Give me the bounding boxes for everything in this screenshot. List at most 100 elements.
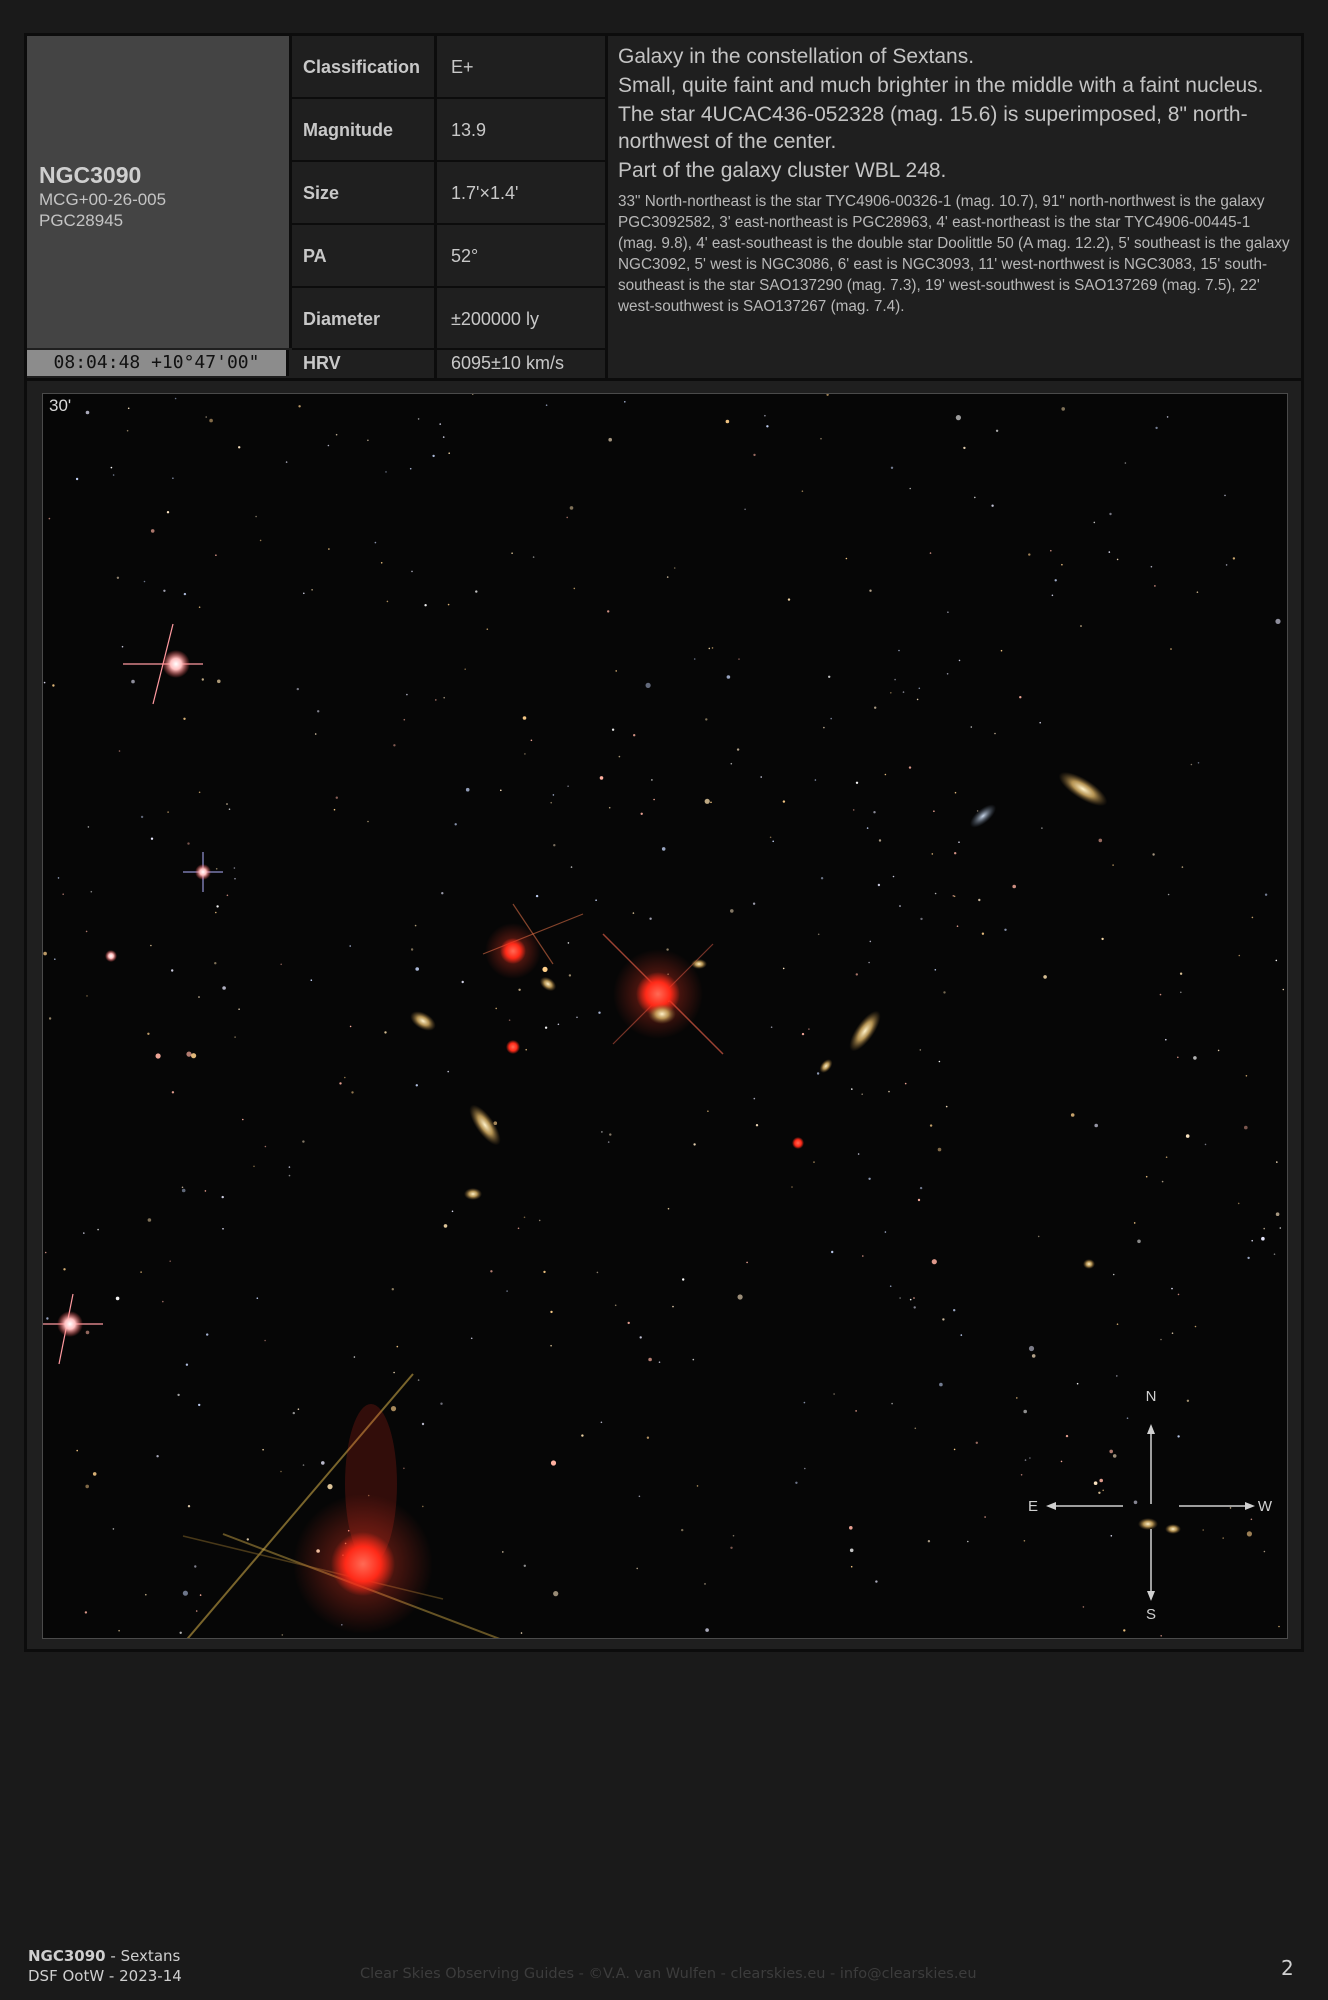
background-star bbox=[85, 1484, 89, 1489]
background-star bbox=[576, 1016, 578, 1019]
background-star bbox=[432, 454, 435, 458]
background-star bbox=[730, 762, 733, 765]
background-star bbox=[869, 589, 872, 592]
background-star bbox=[868, 961, 870, 964]
background-star bbox=[523, 1564, 526, 1568]
background-star bbox=[435, 699, 437, 701]
background-star bbox=[569, 506, 574, 510]
background-star bbox=[1076, 1382, 1079, 1385]
background-star bbox=[470, 1337, 473, 1340]
background-star bbox=[608, 437, 612, 442]
background-star bbox=[639, 1336, 642, 1339]
background-star bbox=[1023, 1409, 1027, 1414]
background-star bbox=[978, 898, 981, 902]
background-star bbox=[1082, 1606, 1085, 1608]
property-label: PA bbox=[303, 246, 327, 266]
background-star bbox=[1155, 426, 1158, 430]
background-star bbox=[442, 436, 445, 438]
background-star bbox=[1202, 1529, 1204, 1531]
background-star bbox=[1110, 1535, 1113, 1537]
background-star bbox=[746, 1261, 748, 1264]
background-star bbox=[523, 1216, 526, 1219]
background-star bbox=[1177, 1293, 1180, 1296]
background-star bbox=[849, 1548, 854, 1553]
background-star bbox=[86, 995, 88, 997]
background-star bbox=[849, 1526, 853, 1530]
background-star bbox=[916, 698, 919, 701]
background-star bbox=[1251, 1239, 1253, 1242]
background-star bbox=[874, 706, 877, 709]
background-star bbox=[409, 467, 412, 470]
background-star bbox=[1133, 1500, 1138, 1505]
background-star bbox=[820, 437, 822, 440]
background-star bbox=[890, 692, 892, 694]
background-star bbox=[110, 466, 113, 469]
background-star bbox=[600, 1421, 603, 1424]
background-star bbox=[633, 734, 636, 737]
background-star bbox=[447, 1070, 450, 1073]
background-star bbox=[1112, 1454, 1117, 1458]
background-star bbox=[994, 732, 996, 735]
background-star bbox=[1275, 1212, 1280, 1216]
background-star bbox=[1051, 594, 1054, 597]
background-star bbox=[155, 1053, 161, 1059]
background-star bbox=[542, 966, 548, 973]
background-star bbox=[984, 1516, 986, 1518]
background-star bbox=[264, 1339, 266, 1342]
background-star bbox=[956, 925, 959, 927]
background-star bbox=[913, 1297, 915, 1299]
background-star bbox=[1101, 937, 1104, 941]
background-star bbox=[502, 1551, 504, 1553]
background-star bbox=[162, 1300, 164, 1303]
background-star bbox=[198, 606, 201, 608]
description-line: Part of the galaxy cluster WBL 248. bbox=[618, 159, 947, 182]
footer-edition: DSF OotW - 2023-14 bbox=[28, 1967, 182, 1985]
background-star bbox=[1246, 1531, 1252, 1537]
background-star bbox=[667, 1207, 670, 1210]
background-star bbox=[1050, 549, 1052, 552]
background-star bbox=[424, 604, 427, 607]
background-star bbox=[913, 1306, 916, 1309]
background-star bbox=[517, 1227, 520, 1230]
background-star bbox=[1029, 1457, 1031, 1459]
background-star bbox=[801, 1032, 805, 1036]
background-star bbox=[256, 1297, 259, 1299]
background-star bbox=[646, 1436, 650, 1439]
background-star bbox=[692, 1358, 695, 1361]
background-star bbox=[303, 592, 305, 595]
background-star bbox=[264, 1145, 267, 1148]
background-star bbox=[421, 1422, 425, 1426]
background-star bbox=[1282, 988, 1285, 991]
background-star bbox=[1244, 1125, 1248, 1130]
background-star bbox=[169, 1260, 171, 1262]
background-star bbox=[43, 951, 47, 956]
background-star bbox=[710, 801, 712, 804]
background-star bbox=[118, 1629, 120, 1632]
background-star bbox=[191, 1053, 197, 1059]
background-star bbox=[566, 516, 568, 519]
background-star bbox=[1160, 1635, 1162, 1637]
background-star bbox=[475, 590, 478, 593]
background-star bbox=[443, 696, 446, 699]
background-star bbox=[640, 812, 643, 815]
background-star bbox=[544, 1026, 548, 1029]
identification-box: NGC3090 MCG+00-26-005 PGC28945 bbox=[27, 36, 292, 348]
background-star bbox=[1041, 827, 1043, 829]
background-star bbox=[1028, 1345, 1035, 1352]
background-star bbox=[891, 1402, 893, 1405]
background-star bbox=[707, 1110, 709, 1112]
background-star bbox=[1108, 551, 1111, 553]
background-star bbox=[525, 1048, 527, 1051]
background-star bbox=[314, 733, 317, 735]
background-star bbox=[1237, 1202, 1240, 1205]
background-star bbox=[311, 589, 313, 591]
background-star bbox=[228, 808, 231, 810]
background-star bbox=[1160, 1338, 1162, 1341]
property-label: Diameter bbox=[303, 309, 381, 329]
background-star bbox=[1275, 959, 1278, 962]
property-value: ±200000 ly bbox=[451, 309, 539, 329]
background-star bbox=[1171, 1332, 1174, 1334]
background-star bbox=[1185, 1134, 1190, 1138]
background-star bbox=[422, 1505, 424, 1508]
background-star bbox=[186, 1051, 192, 1057]
